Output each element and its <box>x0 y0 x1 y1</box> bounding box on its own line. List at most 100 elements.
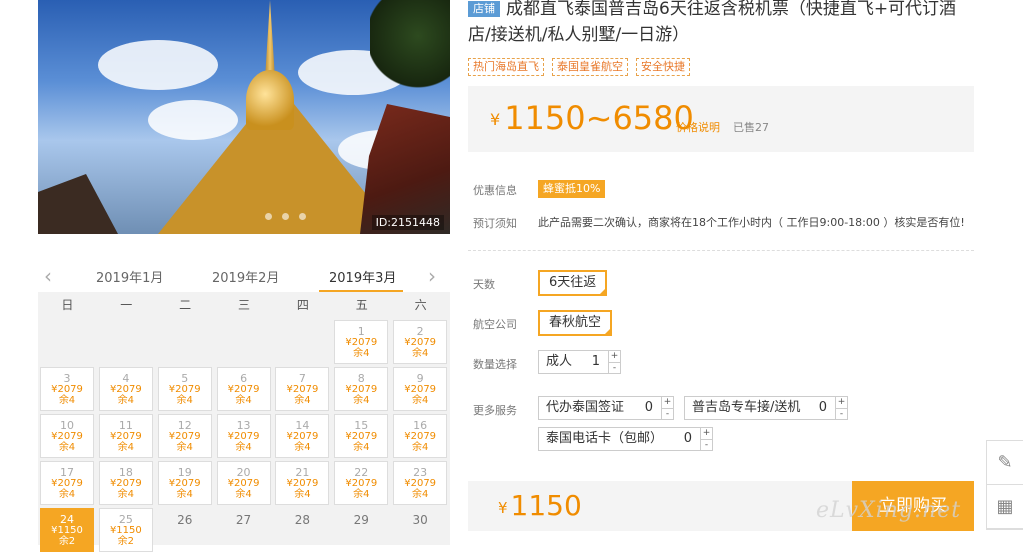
day-number: 18 <box>118 466 133 479</box>
calendar-day-cell[interactable]: 12 ¥2079 余4 <box>157 414 212 458</box>
day-price: ¥2079 <box>168 384 201 395</box>
day-remaining: 余4 <box>353 395 370 406</box>
day-price: ¥2079 <box>227 478 260 489</box>
calendar-day-cell[interactable]: 22 ¥2079 余4 <box>334 461 389 505</box>
day-price: ¥2079 <box>51 384 83 395</box>
day-number: 22 <box>354 466 369 479</box>
day-remaining: 余4 <box>58 489 76 500</box>
calendar-day-cell[interactable]: 1 ¥2079 余4 <box>334 320 389 364</box>
calendar-day-cell[interactable]: 23 ¥2079 余4 <box>393 461 448 505</box>
tab-month-jan[interactable]: 2019年1月 <box>96 267 163 286</box>
prev-month-icon[interactable]: ‹ <box>44 264 52 288</box>
calendar-day-cell[interactable]: 17 ¥2079 余4 <box>40 461 94 505</box>
stepper-value[interactable]: 0 <box>819 397 835 419</box>
carousel-dots[interactable] <box>265 213 306 220</box>
roof-left <box>38 174 118 234</box>
calendar-day-cell[interactable]: 6 ¥2079 余4 <box>216 367 271 411</box>
weekday-label: 一 <box>120 298 133 312</box>
transfer-service-stepper[interactable]: 普吉岛专车接/送机 0 + - <box>684 396 848 420</box>
price-explain-link[interactable]: 价格说明 <box>676 119 720 135</box>
feature-tag: 安全快捷 <box>636 58 690 76</box>
calendar-day-cell[interactable]: 21 ¥2079 余4 <box>275 461 330 505</box>
day-remaining: 余4 <box>411 442 429 453</box>
section-divider <box>468 250 974 251</box>
day-number: 4 <box>122 372 130 385</box>
calendar-day-cell[interactable]: 28 <box>275 508 329 552</box>
weekday-label: 四 <box>296 298 309 312</box>
increment-button[interactable]: + <box>701 428 712 440</box>
calendar-day-cell[interactable]: 18 ¥2079 余4 <box>98 461 153 505</box>
decrement-button[interactable]: - <box>836 409 847 420</box>
next-month-icon[interactable]: › <box>428 264 436 288</box>
calendar-day-cell[interactable]: 7 ¥2079 余4 <box>275 367 330 411</box>
calendar-day-cell[interactable]: 26 <box>158 508 212 552</box>
calendar-day-cell[interactable]: 13 ¥2079 余4 <box>216 414 271 458</box>
day-number: 7 <box>298 372 306 385</box>
day-price: ¥2079 <box>404 431 437 442</box>
calendar-day-cell[interactable]: 16 ¥2079 余4 <box>393 414 448 458</box>
tab-month-feb[interactable]: 2019年2月 <box>212 267 279 286</box>
calendar-day-cell[interactable]: 15 ¥2079 余4 <box>334 414 389 458</box>
calendar-day-cell[interactable]: 10 ¥2079 余4 <box>40 414 94 458</box>
airline-option-button[interactable]: 春秋航空 <box>538 310 613 336</box>
visa-service-stepper[interactable]: 代办泰国签证 0 + - <box>538 396 674 420</box>
calendar-day-cell[interactable]: 29 <box>334 508 388 552</box>
calendar-day-cell[interactable]: 25 ¥1150 余2 <box>98 508 153 552</box>
stepper-value[interactable]: 1 <box>592 351 608 373</box>
calendar-day-cell[interactable]: 9 ¥2079 余4 <box>393 367 448 411</box>
calendar-day-cell[interactable]: 5 ¥2079 余4 <box>157 367 212 411</box>
calendar-day-cell[interactable]: 3 ¥2079 余4 <box>40 367 94 411</box>
calendar-day-cell[interactable]: 27 <box>217 508 271 552</box>
day-number: 27 <box>235 513 252 527</box>
day-price: ¥2079 <box>227 431 260 442</box>
day-price: ¥1150 <box>51 525 83 536</box>
total-price-value: 1150 <box>510 489 582 522</box>
day-remaining: 余4 <box>176 489 193 500</box>
qrcode-icon[interactable]: ▦ <box>987 485 1023 529</box>
day-remaining: 余4 <box>176 395 193 406</box>
calendar-day-cell[interactable]: 2 ¥2079 余4 <box>393 320 448 364</box>
stepper-value[interactable]: 0 <box>645 397 661 419</box>
calendar-day-cell[interactable]: 30 <box>393 508 447 552</box>
adult-quantity-stepper[interactable]: 成人 1 + - <box>538 350 621 374</box>
stepper-name: 成人 <box>546 354 573 369</box>
day-number: 10 <box>60 419 74 432</box>
day-remaining: 余2 <box>58 536 76 547</box>
day-number: 3 <box>63 372 71 385</box>
currency-symbol: ¥ <box>498 499 508 517</box>
increment-button[interactable]: + <box>609 351 620 363</box>
edit-icon[interactable]: ✎ <box>987 441 1023 485</box>
price-panel: ¥1150~6580 价格说明 已售27 <box>468 86 974 152</box>
day-number: 1 <box>357 325 365 338</box>
calendar-day-cell[interactable]: 24 ¥1150 余2 <box>40 508 94 552</box>
calendar-day-cell[interactable]: 20 ¥2079 余4 <box>216 461 271 505</box>
calendar-day-cell[interactable]: 14 ¥2079 余4 <box>275 414 330 458</box>
product-photo[interactable]: ID:2151448 <box>38 0 450 234</box>
calendar-day-cell[interactable]: 8 ¥2079 余4 <box>334 367 389 411</box>
decrement-button[interactable]: - <box>609 363 620 374</box>
stepper-value[interactable]: 0 <box>684 428 700 450</box>
increment-button[interactable]: + <box>836 397 847 409</box>
calendar-day-cell[interactable]: 19 ¥2079 余4 <box>157 461 212 505</box>
day-remaining: 余4 <box>411 489 429 500</box>
sold-count: 已售27 <box>733 121 769 134</box>
weekday-label: 三 <box>238 298 251 312</box>
stepper-name: 代办泰国签证 <box>546 400 625 415</box>
day-number: 5 <box>181 372 189 385</box>
decrement-button[interactable]: - <box>662 409 673 420</box>
calendar-day-cell[interactable]: 4 ¥2079 余4 <box>98 367 153 411</box>
day-remaining: 余4 <box>235 489 252 500</box>
calendar-day-cell[interactable]: 11 ¥2079 余4 <box>98 414 153 458</box>
sim-card-service-stepper[interactable]: 泰国电话卡（包邮） 0 + - <box>538 427 713 451</box>
days-option-button[interactable]: 6天往返 <box>538 270 608 296</box>
price-range-value: 1150~6580 <box>504 99 694 137</box>
decrement-button[interactable]: - <box>701 440 712 451</box>
currency-symbol: ¥ <box>490 110 501 129</box>
product-title-text: 成都直飞泰国普吉岛6天往返含税机票（快捷直飞+可代订酒店/接送机/私人别墅/一日… <box>468 0 957 45</box>
day-remaining: 余4 <box>353 348 370 359</box>
tab-month-mar[interactable]: 2019年3月 <box>329 267 396 286</box>
day-number: 28 <box>294 513 311 527</box>
day-remaining: 余4 <box>411 395 429 406</box>
increment-button[interactable]: + <box>662 397 673 409</box>
day-price: ¥2079 <box>168 478 201 489</box>
